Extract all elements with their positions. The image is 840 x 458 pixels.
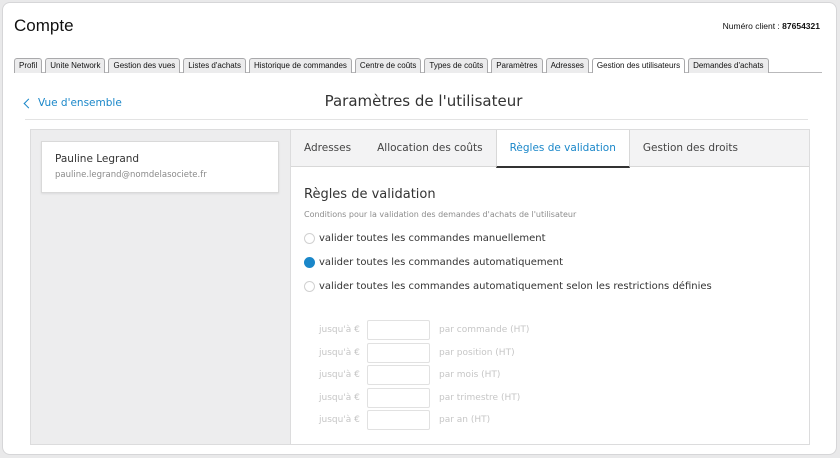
tab-profil[interactable]: Profil — [14, 58, 43, 73]
radio-option-automatic[interactable]: valider toutes les commandes automatique… — [304, 257, 809, 268]
limit-input-month[interactable] — [367, 365, 430, 385]
radio-unchecked-icon[interactable] — [304, 281, 315, 292]
limit-input-position[interactable] — [367, 342, 430, 363]
limit-prefix: jusqu'à € — [319, 347, 360, 358]
limit-suffix: par commande (HT) — [439, 325, 530, 335]
radio-option-label: valider toutes les commandes automatique… — [319, 257, 564, 268]
subtab-adresses[interactable]: Adresses — [291, 130, 364, 167]
limit-suffix: par an (HT) — [439, 415, 491, 425]
user-email: pauline.legrand@nomdelasociete.fr — [55, 170, 207, 180]
app-window: Compte Numéro client : 87654321 Profil U… — [2, 2, 837, 455]
limit-input-order[interactable] — [367, 320, 430, 340]
radio-unchecked-icon[interactable] — [304, 233, 315, 244]
user-name: Pauline Legrand — [55, 153, 140, 165]
tab-types-de-couts[interactable]: Types de coûts — [424, 58, 489, 73]
limit-prefix: jusqu'à € — [319, 415, 360, 425]
user-card[interactable]: Pauline Legrand pauline.legrand@nomdelas… — [41, 141, 279, 193]
limit-prefix: jusqu'à € — [319, 370, 360, 380]
client-number-value: 87654321 — [782, 21, 820, 31]
limit-input-year[interactable] — [367, 410, 430, 430]
validation-title: Règles de validation — [304, 187, 436, 202]
section-title: Paramètres de l'utilisateur — [324, 92, 523, 110]
subtab-regles-de-validation[interactable]: Règles de validation — [495, 130, 630, 168]
limit-row-year: jusqu'à € par an (HT) — [304, 410, 529, 430]
tab-centre-de-couts[interactable]: Centre de coûts — [354, 58, 422, 73]
tab-adresses[interactable]: Adresses — [545, 58, 589, 73]
limit-row-order: jusqu'à € par commande (HT) — [304, 320, 529, 340]
tab-historique-de-commandes[interactable]: Historique de commandes — [248, 58, 352, 73]
tab-gestion-des-utilisateurs[interactable]: Gestion des utilisateurs — [591, 58, 686, 73]
limit-prefix: jusqu'à € — [319, 392, 360, 403]
client-number-label: Numéro client : — [722, 21, 780, 31]
limit-prefix: jusqu'à € — [319, 325, 360, 335]
limit-fields: jusqu'à € par commande (HT) jusqu'à € pa… — [304, 320, 529, 433]
divider — [25, 119, 808, 120]
limit-row-position: jusqu'à € par position (HT) — [304, 342, 529, 363]
radio-option-manual[interactable]: valider toutes les commandes manuellemen… — [304, 233, 809, 244]
radio-checked-icon[interactable] — [304, 257, 315, 268]
tab-demandes-dachats[interactable]: Demandes d'achats — [688, 58, 769, 73]
limit-row-month: jusqu'à € par mois (HT) — [304, 365, 529, 385]
validation-description: Conditions pour la validation des demand… — [304, 210, 577, 219]
subtab-allocation-des-couts[interactable]: Allocation des coûts — [364, 130, 495, 167]
subtab-gestion-des-droits[interactable]: Gestion des droits — [630, 130, 751, 167]
radio-option-restricted[interactable]: valider toutes les commandes automatique… — [304, 281, 809, 292]
user-settings-panel: Pauline Legrand pauline.legrand@nomdelas… — [30, 129, 810, 445]
radio-option-label: valider toutes les commandes automatique… — [319, 281, 712, 292]
limit-input-quarter[interactable] — [367, 387, 430, 408]
page-title: Compte — [14, 16, 74, 35]
settings-detail: Adresses Allocation des coûts Règles de … — [290, 130, 809, 444]
limit-suffix: par position (HT) — [439, 347, 515, 358]
main-tab-bar: Profil Unite Network Gestion des vues Li… — [14, 58, 822, 73]
limit-row-quarter: jusqu'à € par trimestre (HT) — [304, 387, 529, 408]
limit-suffix: par trimestre (HT) — [439, 392, 521, 403]
validation-rules: Règles de validation Conditions pour la … — [304, 187, 809, 292]
radio-option-label: valider toutes les commandes manuellemen… — [319, 233, 546, 244]
tab-listes-dachats[interactable]: Listes d'achats — [183, 58, 246, 73]
client-number-display: Numéro client : 87654321 — [723, 21, 820, 31]
limit-suffix: par mois (HT) — [439, 370, 501, 380]
tab-gestion-des-vues[interactable]: Gestion des vues — [108, 58, 181, 73]
tab-parametres[interactable]: Paramètres — [491, 58, 543, 73]
tab-unite-network[interactable]: Unite Network — [45, 58, 106, 73]
settings-tab-bar: Adresses Allocation des coûts Règles de … — [291, 130, 809, 168]
